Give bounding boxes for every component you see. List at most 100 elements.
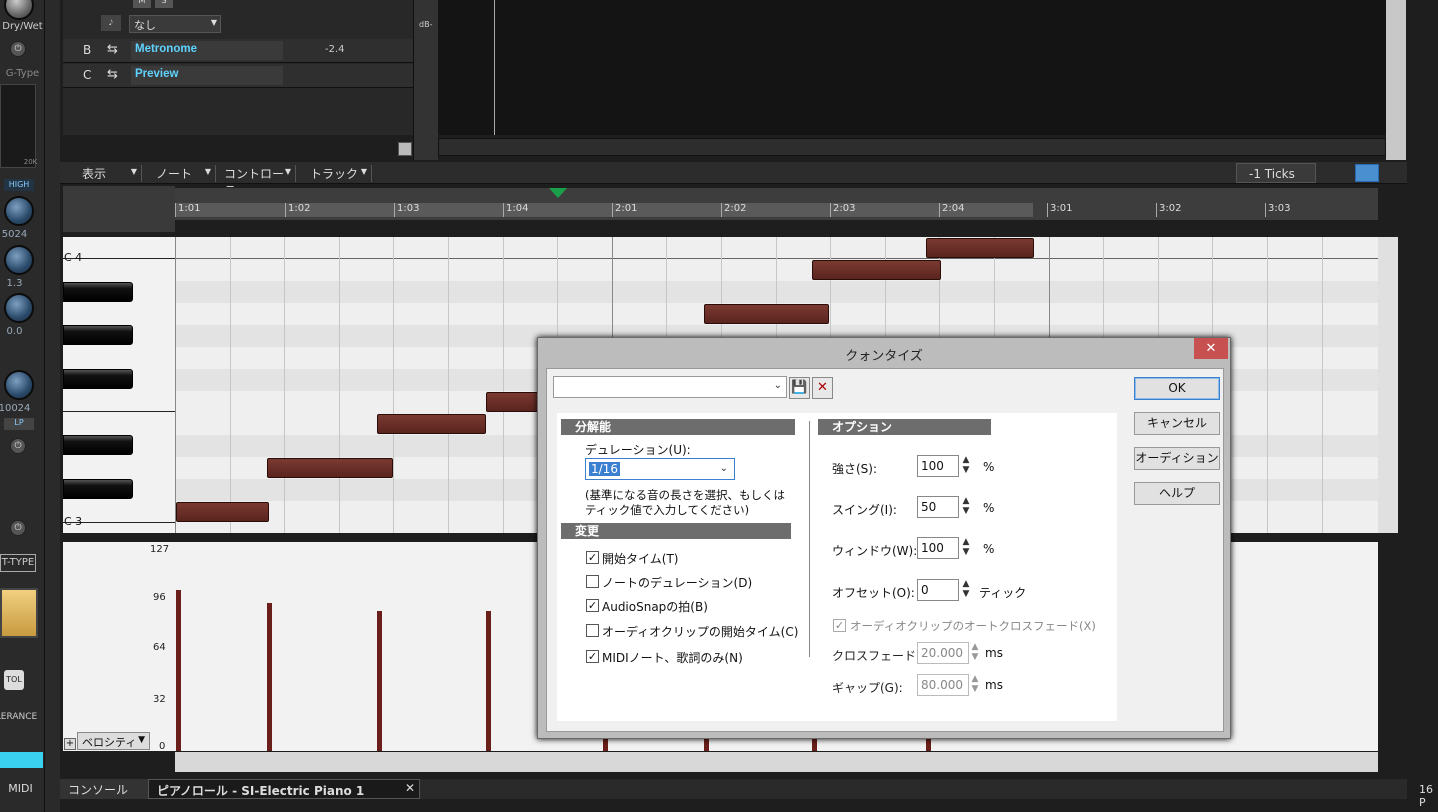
save-preset-icon[interactable]: 💾 [789, 377, 810, 399]
clip-hscroll[interactable] [438, 138, 1386, 156]
tab-pianoroll[interactable]: ピアノロール - SI-Electric Piano 1 ✕ [148, 779, 420, 799]
window-spinner[interactable]: ▲ ▼ [960, 537, 972, 559]
chevron-down-icon: ⌄ [773, 380, 782, 391]
crossfade-spinner[interactable]: ▲ ▼ [969, 642, 981, 664]
now-marker-icon[interactable] [549, 188, 567, 198]
midi-note[interactable] [812, 260, 941, 280]
black-key[interactable] [63, 369, 133, 389]
black-key[interactable] [63, 479, 133, 499]
gain-value: 1.3 [6, 278, 23, 289]
window-field[interactable]: 100 [917, 537, 959, 559]
checkbox[interactable] [586, 575, 599, 588]
vertical-scrollbar[interactable] [1386, 0, 1406, 160]
velocity-bar[interactable] [603, 739, 608, 751]
ttype-label[interactable]: T-TYPE [0, 554, 36, 572]
duration-help-2: ティック値で入力してください) [585, 503, 750, 517]
help-button[interactable]: ヘルプ [1134, 482, 1220, 505]
midi-note[interactable] [176, 502, 269, 522]
velocity-bar[interactable] [926, 739, 931, 751]
velocity-bar[interactable] [377, 611, 382, 751]
black-key[interactable] [63, 282, 133, 302]
ok-button[interactable]: OK [1134, 377, 1220, 400]
menu-controller[interactable]: コントローラ▼ [216, 165, 296, 198]
freq-knob[interactable] [4, 196, 34, 226]
freq2-knob[interactable] [4, 370, 34, 400]
swing-field[interactable]: 50 [917, 496, 959, 518]
velocity-bar[interactable] [176, 590, 181, 751]
gap-field[interactable]: 80.000 [917, 674, 969, 696]
cancel-button[interactable]: キャンセル [1134, 412, 1220, 435]
midi-note[interactable] [267, 458, 393, 478]
dialog-body: ⌄ 💾 ✕ 分解能 デュレーション(U): 1/16 ⌄ (基準になる音の長さを… [546, 368, 1224, 732]
close-icon[interactable]: ✕ [405, 781, 415, 795]
black-key[interactable] [63, 325, 133, 345]
midi-note[interactable] [377, 414, 486, 434]
strength-field[interactable]: 100 [917, 455, 959, 477]
input-select[interactable]: なし ▼ [129, 15, 221, 33]
close-button[interactable]: ✕ [1194, 338, 1228, 359]
swing-label: スイング(I): [832, 503, 897, 517]
velocity-bar[interactable] [812, 739, 817, 751]
midi-note[interactable] [926, 238, 1034, 258]
tol-button[interactable]: TOL [4, 670, 24, 690]
crossfade-unit: ms [985, 646, 1003, 660]
checkbox[interactable]: ✓ [586, 650, 599, 663]
delete-preset-icon[interactable]: ✕ [812, 377, 833, 399]
snap-ticks[interactable]: -1 Ticks [1236, 163, 1316, 183]
audition-button[interactable]: オーディション [1134, 447, 1220, 470]
midi-note-icon[interactable]: 𝆕 [101, 15, 121, 31]
track-name[interactable]: Preview [131, 66, 283, 85]
power-icon-2[interactable]: ⏻ [10, 438, 26, 454]
checkbox[interactable]: ✓ [586, 551, 599, 564]
strength-spinner[interactable]: ▲ ▼ [960, 455, 972, 477]
offset-spinner[interactable]: ▲ ▼ [960, 579, 972, 601]
tab-pianoroll-label: ピアノロール - SI-Electric Piano 1 [157, 784, 365, 798]
power-icon[interactable]: ⏻ [10, 41, 26, 57]
q-value: 0.0 [6, 326, 23, 337]
track-name[interactable]: Metronome [131, 41, 283, 60]
add-lane-icon[interactable]: + [64, 738, 76, 750]
q-knob[interactable] [4, 293, 34, 323]
track-row[interactable]: B ⇆ Metronome -2.4 [63, 39, 413, 63]
lp-badge[interactable]: LP [4, 418, 34, 430]
power-icon-3[interactable]: ⏻ [10, 520, 26, 536]
change-header: 変更 [561, 523, 791, 539]
gap-spinner[interactable]: ▲ ▼ [969, 674, 981, 696]
velocity-bar[interactable] [267, 603, 272, 751]
drywet-knob[interactable] [4, 0, 34, 20]
mute-button[interactable]: M [133, 0, 151, 8]
resolution-header: 分解能 [561, 419, 795, 435]
midi-note[interactable] [704, 304, 829, 324]
velocity-bar[interactable] [704, 739, 709, 751]
black-key[interactable] [63, 435, 133, 455]
menu-track-label: トラック [310, 167, 359, 181]
pianoroll-vscroll[interactable] [1378, 237, 1398, 533]
track-row[interactable]: C ⇆ Preview [63, 64, 413, 88]
track-routing-icon[interactable]: ⇆ [107, 67, 118, 82]
menu-view[interactable]: 表示 ▼ [74, 165, 142, 182]
offset-field[interactable]: 0 [917, 579, 959, 601]
horizontal-scrollbar[interactable] [175, 752, 1378, 772]
checkbox[interactable] [586, 624, 599, 637]
menu-note[interactable]: ノート ▼ [148, 165, 216, 182]
gain-knob[interactable] [4, 245, 34, 275]
crossfade-field[interactable]: 20.000 [917, 642, 969, 664]
ruler-tick: 3:01 [1047, 203, 1072, 217]
track-routing-icon[interactable]: ⇆ [107, 42, 118, 57]
preset-select[interactable]: ⌄ [553, 376, 787, 398]
duration-help-1: (基準になる音の長さを選択、もしくは [585, 488, 785, 502]
autocross-checkbox[interactable]: ✓ [833, 619, 846, 632]
checkbox[interactable]: ✓ [586, 599, 599, 612]
collapse-icon[interactable] [398, 142, 412, 156]
velocity-dropdown[interactable]: ベロシティ ▼ [77, 732, 150, 750]
swing-spinner[interactable]: ▲ ▼ [960, 496, 972, 518]
grid-icon[interactable] [1355, 164, 1379, 182]
solo-button[interactable]: S [155, 0, 173, 8]
menu-track[interactable]: トラック ▼ [302, 165, 372, 182]
duration-select[interactable]: 1/16 ⌄ [585, 458, 735, 480]
checkbox-label: オーディオクリップの開始タイム(C) [602, 625, 799, 639]
high-badge[interactable]: HIGH [4, 179, 34, 191]
tab-console[interactable]: コンソール [60, 779, 148, 799]
freq-value: 5024 [1, 229, 28, 240]
velocity-bar[interactable] [486, 611, 491, 751]
